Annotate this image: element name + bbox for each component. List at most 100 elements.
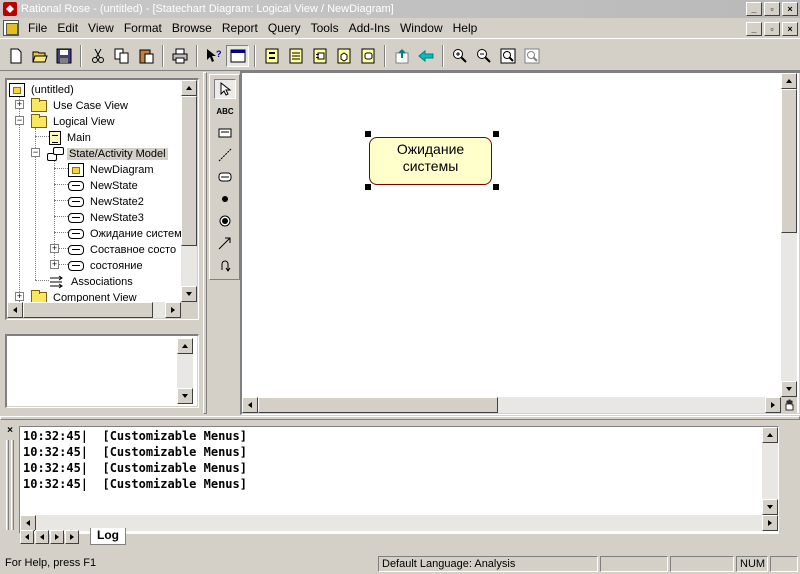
- selection-handle[interactable]: [365, 131, 371, 137]
- undo-fit-icon[interactable]: [520, 45, 543, 67]
- diagram-canvas[interactable]: Ожидание системы: [242, 73, 799, 413]
- browse-parent-icon[interactable]: [390, 45, 413, 67]
- cut-icon[interactable]: [86, 45, 109, 67]
- browser-tree[interactable]: (untitled) + Use Case View − Logical Vie…: [7, 80, 197, 318]
- document-window-icon[interactable]: [3, 20, 19, 36]
- tree-node-use-case-view[interactable]: Use Case View: [31, 98, 130, 114]
- scroll-up-button[interactable]: [781, 73, 797, 89]
- log-grip[interactable]: [11, 440, 14, 530]
- scroll-up-button[interactable]: [177, 338, 193, 354]
- log-text-area[interactable]: 10:32:45| [Customizable Menus] 10:32:45|…: [19, 426, 779, 534]
- menu-edit[interactable]: Edit: [52, 21, 83, 35]
- view-doc-icon[interactable]: [226, 44, 249, 67]
- mdi-restore-button[interactable]: ▫: [764, 22, 780, 36]
- expand-toggle[interactable]: +: [15, 292, 24, 301]
- tab-prev-button[interactable]: [35, 530, 49, 544]
- scroll-right-button[interactable]: [762, 515, 778, 531]
- selection-tool-icon[interactable]: [214, 79, 236, 99]
- menu-help[interactable]: Help: [448, 21, 483, 35]
- scroll-down-button[interactable]: [781, 381, 797, 397]
- menu-view[interactable]: View: [83, 21, 119, 35]
- scroll-up-button[interactable]: [762, 427, 778, 443]
- tree-node-component-view[interactable]: Component View: [31, 290, 139, 302]
- menu-window[interactable]: Window: [395, 21, 448, 35]
- fit-window-icon[interactable]: [496, 45, 519, 67]
- menu-report[interactable]: Report: [217, 21, 263, 35]
- tab-log[interactable]: Log: [90, 528, 126, 545]
- scroll-thumb[interactable]: [23, 302, 153, 318]
- scroll-down-button[interactable]: [762, 499, 778, 515]
- scroll-down-button[interactable]: [181, 286, 197, 302]
- start-state-tool-icon[interactable]: [214, 189, 236, 209]
- mdi-close-button[interactable]: ×: [782, 22, 798, 36]
- tree-node-composite-state[interactable]: Составное состо: [68, 242, 178, 258]
- collapse-toggle[interactable]: −: [31, 148, 40, 157]
- close-log-icon[interactable]: ×: [4, 426, 16, 438]
- save-icon[interactable]: [52, 45, 75, 67]
- tab-next-button[interactable]: [50, 530, 64, 544]
- tree-node-new-diagram[interactable]: NewDiagram: [68, 162, 156, 178]
- scroll-down-button[interactable]: [177, 388, 193, 404]
- tree-node-main[interactable]: Main: [49, 130, 93, 146]
- tab-last-button[interactable]: [65, 530, 79, 544]
- copy-icon[interactable]: [110, 45, 133, 67]
- canvas-horizontal-scrollbar[interactable]: [242, 397, 781, 413]
- hand-icon[interactable]: [781, 397, 797, 413]
- browse-interaction-icon[interactable]: [284, 45, 307, 67]
- log-vertical-scrollbar[interactable]: [762, 427, 778, 515]
- paste-icon[interactable]: [134, 45, 157, 67]
- tree-node-new-state2[interactable]: NewState2: [68, 194, 146, 210]
- scroll-up-button[interactable]: [181, 80, 197, 96]
- tree-node-root[interactable]: (untitled): [9, 82, 76, 98]
- restore-button[interactable]: ▫: [764, 2, 780, 16]
- collapse-toggle[interactable]: −: [15, 116, 24, 125]
- log-grip[interactable]: [6, 440, 9, 530]
- documentation-pane[interactable]: [7, 336, 197, 406]
- selection-handle[interactable]: [493, 131, 499, 137]
- zoom-in-icon[interactable]: [448, 45, 471, 67]
- scroll-thumb[interactable]: [258, 397, 498, 413]
- browse-previous-icon[interactable]: [414, 45, 437, 67]
- expand-toggle[interactable]: +: [15, 100, 24, 109]
- self-transition-tool-icon[interactable]: [214, 255, 236, 275]
- print-icon[interactable]: [168, 45, 191, 67]
- browse-component-icon[interactable]: [308, 45, 331, 67]
- browse-class-icon[interactable]: [260, 45, 283, 67]
- tab-first-button[interactable]: [20, 530, 34, 544]
- tree-node-new-state3[interactable]: NewState3: [68, 210, 146, 226]
- text-tool-icon[interactable]: ABC: [214, 101, 236, 121]
- horizontal-splitter[interactable]: [0, 416, 800, 420]
- open-icon[interactable]: [28, 45, 51, 67]
- state-waiting-system[interactable]: Ожидание системы: [369, 137, 492, 185]
- state-tool-icon[interactable]: [214, 167, 236, 187]
- doc-vertical-scrollbar[interactable]: [177, 338, 193, 404]
- anchor-note-tool-icon[interactable]: [214, 145, 236, 165]
- scroll-left-button[interactable]: [20, 515, 36, 531]
- mdi-minimize-button[interactable]: _: [746, 22, 762, 36]
- new-icon[interactable]: [4, 45, 27, 67]
- rational-rose-app-icon[interactable]: [3, 2, 17, 16]
- tree-node-associations[interactable]: Associations: [49, 274, 135, 290]
- close-button[interactable]: ×: [782, 2, 798, 16]
- end-state-tool-icon[interactable]: [214, 211, 236, 231]
- menu-query[interactable]: Query: [263, 21, 306, 35]
- scroll-left-button[interactable]: [7, 302, 23, 318]
- tree-node-state-activity-model[interactable]: State/Activity Model: [47, 146, 168, 162]
- selection-handle[interactable]: [365, 184, 371, 190]
- menu-file[interactable]: File: [23, 21, 52, 35]
- expand-toggle[interactable]: +: [50, 244, 59, 253]
- scroll-left-button[interactable]: [242, 397, 258, 413]
- canvas-vertical-scrollbar[interactable]: [781, 73, 797, 397]
- zoom-out-icon[interactable]: [472, 45, 495, 67]
- menu-add-ins[interactable]: Add-Ins: [344, 21, 395, 35]
- browse-deployment-icon[interactable]: [332, 45, 355, 67]
- expand-toggle[interactable]: +: [50, 260, 59, 269]
- scroll-right-button[interactable]: [165, 302, 181, 318]
- menu-tools[interactable]: Tools: [306, 21, 344, 35]
- tree-node-state[interactable]: состояние: [68, 258, 145, 274]
- scroll-right-button[interactable]: [765, 397, 781, 413]
- menu-browse[interactable]: Browse: [167, 21, 217, 35]
- minimize-button[interactable]: _: [746, 2, 762, 16]
- scroll-thumb[interactable]: [181, 96, 197, 246]
- selection-handle[interactable]: [493, 184, 499, 190]
